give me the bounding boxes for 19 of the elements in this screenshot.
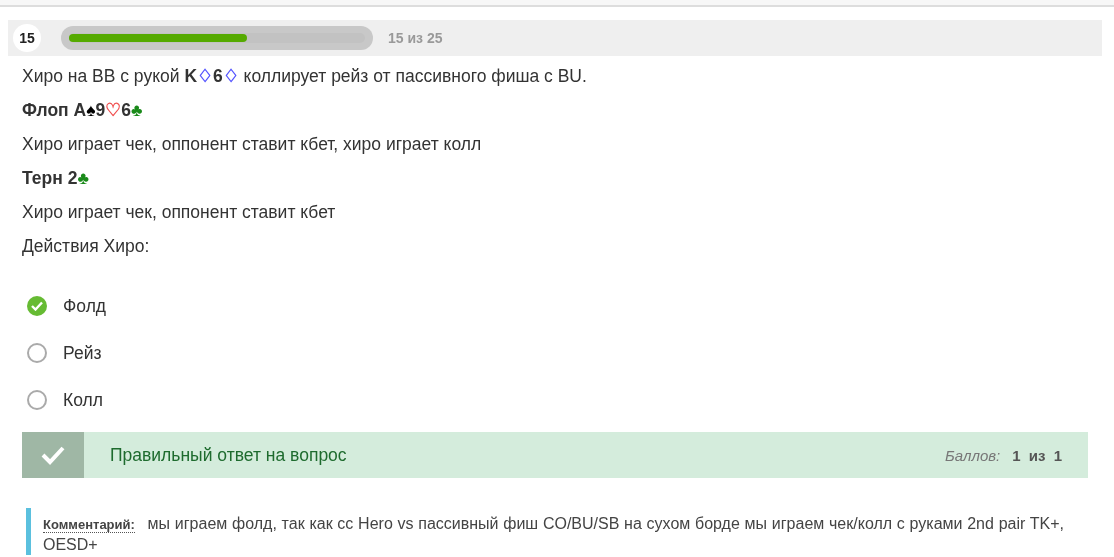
progress-label: 15 из 25 (388, 30, 443, 46)
comment-text: Комментарий: мы играем фолд, так как сс Hero vs пассивный фиш CO/BU/SB на сухом борде мы играем чек/колл с руками 2nd pair TK+, OESD+ (26, 508, 1086, 555)
option-label: Фолд (63, 295, 107, 317)
check-icon (31, 301, 43, 311)
feedback-message: Правильный ответ на вопрос (110, 444, 348, 466)
street-heading: Терн 2♣ (22, 168, 90, 188)
question-number: 15 (13, 24, 41, 52)
option-label: Колл (63, 389, 103, 411)
radio-button[interactable] (27, 343, 47, 363)
option-label: Рейз (63, 342, 102, 364)
check-icon (22, 432, 84, 478)
checked-radio[interactable] (27, 296, 47, 316)
score-text: Баллов: 1 из 1 (945, 446, 1062, 464)
question-text: Действия Хиро: (22, 236, 151, 256)
question-text: Хиро играет чек, оппонент ставит кбет, хиро играет колл (22, 134, 483, 154)
street-heading: Флоп A♠9♡6♣ (22, 100, 144, 120)
radio-button[interactable] (27, 390, 47, 410)
question-text: Хиро играет чек, оппонент ставит кбет (22, 202, 337, 222)
question-text: Хиро на BB с рукой K♢6♢ коллирует рейз от пассивного фиша с BU. (22, 66, 588, 86)
